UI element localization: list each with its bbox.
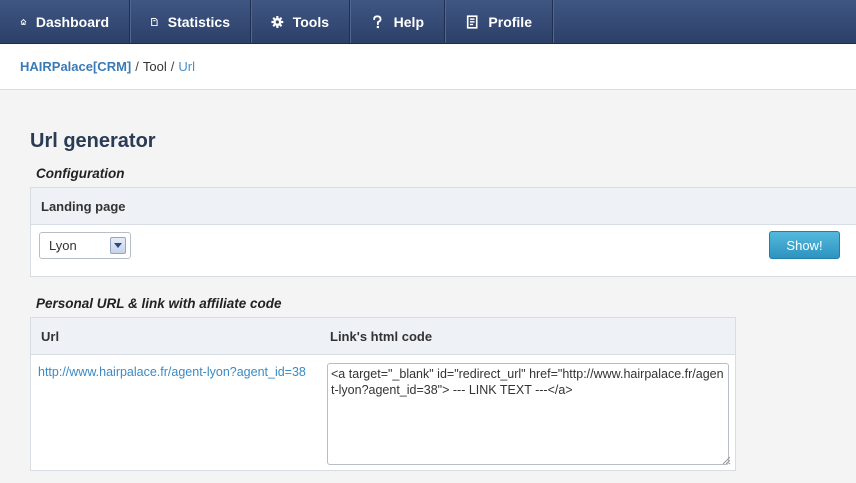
home-icon: [20, 18, 27, 25]
chevron-down-icon[interactable]: [110, 237, 126, 254]
nav-help-label: Help: [393, 13, 424, 30]
show-button[interactable]: Show!: [769, 231, 840, 259]
html-code-column-header: Link's html code: [330, 328, 433, 344]
breadcrumb-current-link[interactable]: Url: [178, 59, 195, 74]
document-icon: [151, 17, 158, 26]
personal-url-title: Personal URL & link with affiliate code: [36, 296, 282, 311]
nav-statistics[interactable]: Statistics: [130, 0, 251, 43]
gear-icon: [271, 15, 284, 28]
personal-url-panel: Url Link's html code http://www.hairpala…: [30, 317, 736, 471]
personal-url-table-header: Url Link's html code: [31, 318, 735, 355]
configuration-title: Configuration: [36, 166, 125, 181]
landing-page-select[interactable]: Lyon: [39, 232, 131, 259]
main-content: Url generator Configuration Landing page…: [0, 90, 856, 483]
nav-help[interactable]: Help: [350, 0, 445, 43]
profile-card-icon: [466, 14, 478, 29]
nav-tools[interactable]: Tools: [251, 0, 350, 43]
nav-statistics-label: Statistics: [167, 13, 230, 30]
affiliate-url-link[interactable]: http://www.hairpalace.fr/agent-lyon?agen…: [38, 365, 306, 379]
breadcrumb: HAIRPalace[CRM] / Tool / Url: [0, 44, 856, 90]
top-nav: Dashboard Statistics Tools Help Profile: [0, 0, 856, 44]
breadcrumb-tool-link[interactable]: Tool: [143, 59, 167, 74]
landing-page-header: Landing page: [31, 188, 856, 225]
question-icon: [373, 14, 382, 28]
breadcrumb-separator: /: [170, 59, 175, 74]
nav-profile-label: Profile: [488, 13, 532, 30]
resize-grip-icon[interactable]: [721, 455, 731, 465]
nav-dashboard-label: Dashboard: [35, 13, 109, 30]
configuration-panel: Landing page Lyon Show!: [30, 187, 856, 277]
nav-profile[interactable]: Profile: [445, 0, 553, 43]
landing-page-label: Landing page: [41, 198, 126, 214]
html-code-textarea[interactable]: <a target="_blank" id="redirect_url" hre…: [327, 363, 729, 465]
nav-dashboard[interactable]: Dashboard: [0, 0, 130, 43]
nav-tools-label: Tools: [292, 13, 329, 30]
breadcrumb-home-link[interactable]: HAIRPalace[CRM]: [20, 59, 131, 74]
landing-page-select-value: Lyon: [49, 238, 77, 253]
breadcrumb-separator: /: [135, 59, 139, 74]
page-title: Url generator: [30, 130, 156, 152]
url-column-header: Url: [41, 328, 60, 344]
